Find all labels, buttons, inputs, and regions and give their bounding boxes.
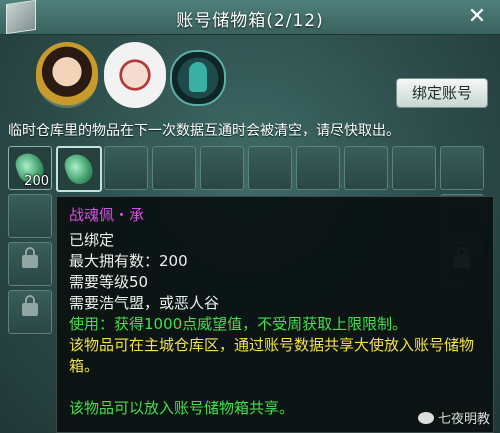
watermark: 七夜明教 <box>417 408 490 427</box>
inventory-slot[interactable] <box>392 146 436 190</box>
bind-account-button[interactable]: 绑定账号 <box>396 78 488 108</box>
inventory-slot[interactable] <box>152 146 196 190</box>
item-name: 战魂佩・承 <box>69 206 145 224</box>
item-required-level: 需要等级50 <box>69 273 149 291</box>
title-bar: 账号储物箱(2/12) ✕ <box>0 0 500 35</box>
close-icon: ✕ <box>467 4 487 29</box>
inventory-slot[interactable]: 200 <box>8 146 52 190</box>
silhouette-icon <box>189 62 207 92</box>
lock-icon <box>22 295 38 316</box>
item-max-owned: 最大拥有数：200 <box>69 252 188 270</box>
inventory-slot[interactable] <box>248 146 292 190</box>
inventory-slot[interactable] <box>344 146 388 190</box>
account-storage-window: 账号储物箱(2/12) ✕ 绑定账号 临时仓库里的物品在下一次数据互通时会被清空… <box>0 0 500 433</box>
item-required-faction: 需要浩气盟，或恶人谷 <box>69 294 220 312</box>
item-count: 200 <box>24 174 49 189</box>
inventory-slot[interactable] <box>200 146 244 190</box>
item-tooltip: 战魂佩・承 已绑定 最大拥有数：200 需要等级50 需要浩气盟，或恶人谷 使用… <box>56 196 494 433</box>
window-title: 账号储物箱(2/12) <box>176 11 324 31</box>
locked-slot[interactable] <box>8 242 52 286</box>
item-use-effect: 使用：获得1000点威望值，不受周获取上限限制。 <box>69 315 408 333</box>
inventory-slot-selected[interactable] <box>56 146 102 192</box>
storage-notice: 临时仓库里的物品在下一次数据互通时会被清空，请尽快取出。 <box>8 123 400 139</box>
item-description: 该物品可在主城仓库区，通过账号数据共享大使放入账号储物箱。 <box>69 336 475 375</box>
item-bound: 已绑定 <box>69 231 115 249</box>
close-button[interactable]: ✕ <box>464 4 490 30</box>
character-portrait-3[interactable] <box>170 50 226 106</box>
inventory-slot[interactable] <box>104 146 148 190</box>
character-portrait-2[interactable] <box>104 42 166 108</box>
inventory-slot[interactable] <box>296 146 340 190</box>
inventory-slot[interactable] <box>8 194 52 238</box>
watermark-text: 七夜明教 <box>437 412 490 427</box>
lock-icon <box>22 247 38 268</box>
inventory-slot[interactable] <box>440 146 484 190</box>
weibo-icon <box>417 411 434 424</box>
character-portrait-1[interactable] <box>36 42 98 108</box>
jade-pendant-icon <box>61 150 97 188</box>
locked-slot[interactable] <box>8 290 52 334</box>
